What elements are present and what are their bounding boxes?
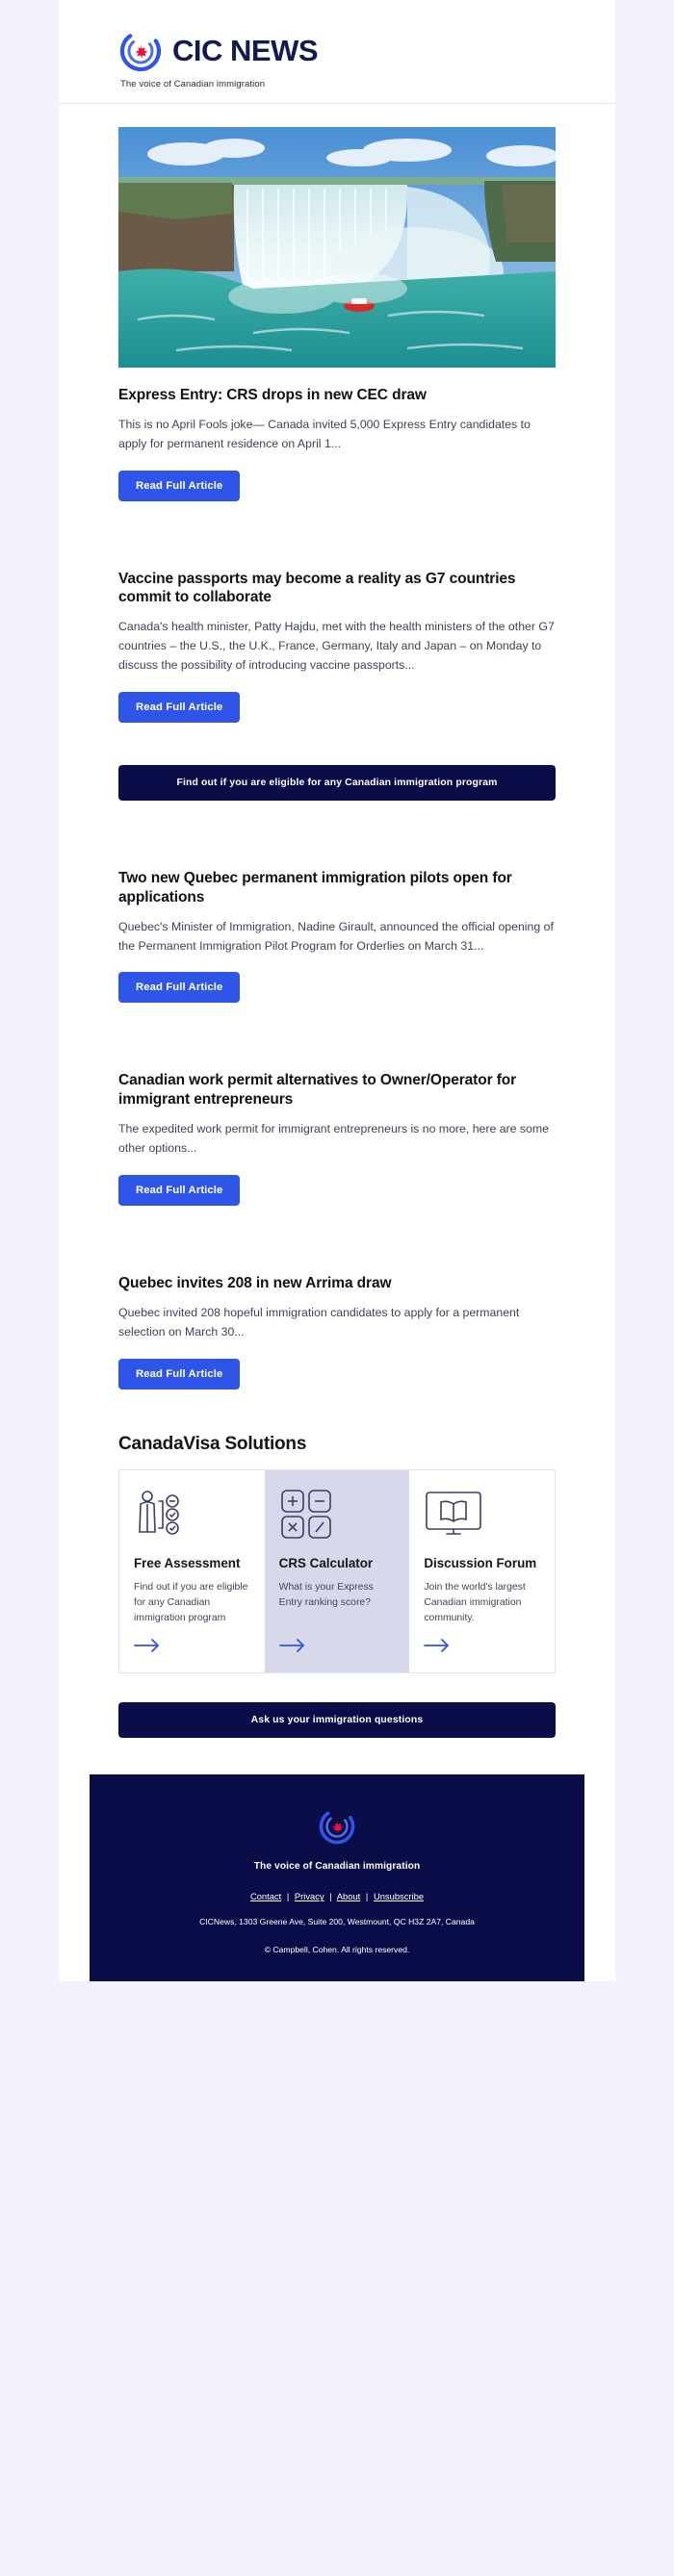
monitor-book-icon xyxy=(424,1488,540,1542)
article-excerpt: The expedited work permit for immigrant … xyxy=(118,1122,549,1156)
read-full-article-button[interactable]: Read Full Article xyxy=(118,972,241,1004)
footer-link-separator: | xyxy=(329,1891,332,1902)
solution-card-discussion-forum[interactable]: Discussion Forum Join the world's larges… xyxy=(409,1469,556,1673)
solution-card-text: Join the world's largest Canadian immigr… xyxy=(424,1582,526,1624)
solution-card-text: Find out if you are eligible for any Can… xyxy=(134,1582,248,1624)
footer-link-unsubscribe[interactable]: Unsubscribe xyxy=(374,1891,424,1901)
footer-link-about[interactable]: About xyxy=(337,1891,361,1901)
solution-card-crs-calculator[interactable]: CRS Calculator What is your Express Entr… xyxy=(264,1469,410,1673)
arrow-right-icon[interactable] xyxy=(278,1638,396,1658)
footer-links: Contact | Privacy | About | Unsubscribe xyxy=(118,1891,556,1901)
questions-banner-wrap: Ask us your immigration questions xyxy=(59,1702,615,1739)
brand-name: CIC NEWS xyxy=(172,34,319,67)
email-page: CIC NEWS The voice of Canadian immigrati… xyxy=(0,0,674,2576)
read-full-article-button[interactable]: Read Full Article xyxy=(118,470,241,501)
footer-link-contact[interactable]: Contact xyxy=(250,1891,281,1901)
article-title: Canadian work permit alternatives to Own… xyxy=(118,1072,517,1109)
brand-tagline: The voice of Canadian immigration xyxy=(120,79,266,89)
article-item: Express Entry: CRS drops in new CEC draw… xyxy=(59,127,615,501)
article-title: Two new Quebec permanent immigration pil… xyxy=(118,870,512,905)
read-full-article-button[interactable]: Read Full Article xyxy=(118,1174,241,1206)
article-excerpt: Canada's health minister, Patty Hajdu, m… xyxy=(118,620,555,673)
footer-logo[interactable] xyxy=(118,1807,556,1850)
solution-card-title: CRS Calculator xyxy=(278,1555,374,1570)
solution-card-free-assessment[interactable]: Free Assessment Find out if you are elig… xyxy=(119,1469,265,1673)
email-header: CIC NEWS The voice of Canadian immigrati… xyxy=(59,0,615,104)
read-full-article-button[interactable]: Read Full Article xyxy=(118,692,241,724)
article-item: Two new Quebec permanent immigration pil… xyxy=(59,869,615,1004)
article-item: Canadian work permit alternatives to Own… xyxy=(59,1071,615,1206)
article-hero-image[interactable] xyxy=(118,127,556,368)
solution-card-title: Free Assessment xyxy=(134,1555,241,1570)
footer-tagline: The voice of Canadian immigration xyxy=(253,1861,421,1873)
email-footer: The voice of Canadian immigration Contac… xyxy=(90,1774,584,1982)
article-item: Vaccine passports may become a reality a… xyxy=(59,570,615,724)
eligibility-banner-wrap: Find out if you are eligible for any Can… xyxy=(59,765,615,802)
article-title: Quebec invites 208 in new Arrima draw xyxy=(118,1274,392,1291)
cic-circle-maple-leaf-logo-icon xyxy=(318,1807,356,1850)
article-excerpt: Quebec's Minister of Immigration, Nadine… xyxy=(118,919,554,953)
article-title: Express Entry: CRS drops in new CEC draw xyxy=(118,387,427,403)
article-title: Vaccine passports may become a reality a… xyxy=(118,570,516,606)
person-checklist-icon xyxy=(134,1488,250,1542)
email-body: Express Entry: CRS drops in new CEC draw… xyxy=(59,127,615,1739)
arrow-right-icon[interactable] xyxy=(134,1638,250,1658)
calculator-icon xyxy=(279,1488,396,1542)
cic-circle-maple-leaf-logo-icon xyxy=(118,29,163,73)
article-excerpt: This is no April Fools joke— Canada invi… xyxy=(118,417,531,450)
footer-link-privacy[interactable]: Privacy xyxy=(295,1891,324,1901)
solutions-heading: CanadaVisa Solutions xyxy=(118,1433,307,1454)
footer-copyright: © Campbell, Cohen. All rights reserved. xyxy=(264,1944,410,1954)
eligibility-banner-button[interactable]: Find out if you are eligible for any Can… xyxy=(118,765,556,802)
article-item: Quebec invites 208 in new Arrima draw Qu… xyxy=(59,1274,615,1390)
read-full-article-button[interactable]: Read Full Article xyxy=(118,1358,241,1390)
solutions-cards: Free Assessment Find out if you are elig… xyxy=(118,1468,556,1674)
article-excerpt: Quebec invited 208 hopeful immigration c… xyxy=(118,1305,520,1339)
footer-link-separator: | xyxy=(365,1891,369,1902)
email-container: CIC NEWS The voice of Canadian immigrati… xyxy=(59,0,615,1982)
footer-address: CICNews, 1303 Greene Ave, Suite 200, Wes… xyxy=(199,1917,475,1927)
solution-card-text: What is your Express Entry ranking score… xyxy=(278,1582,374,1609)
brand-logo[interactable]: CIC NEWS xyxy=(59,29,615,73)
ask-questions-banner-button[interactable]: Ask us your immigration questions xyxy=(118,1702,556,1739)
arrow-right-icon[interactable] xyxy=(424,1638,540,1658)
solution-card-title: Discussion Forum xyxy=(424,1555,537,1570)
solutions-section: CanadaVisa Solutions Free Assessment Fin… xyxy=(59,1434,615,1674)
footer-link-separator: | xyxy=(286,1891,290,1902)
